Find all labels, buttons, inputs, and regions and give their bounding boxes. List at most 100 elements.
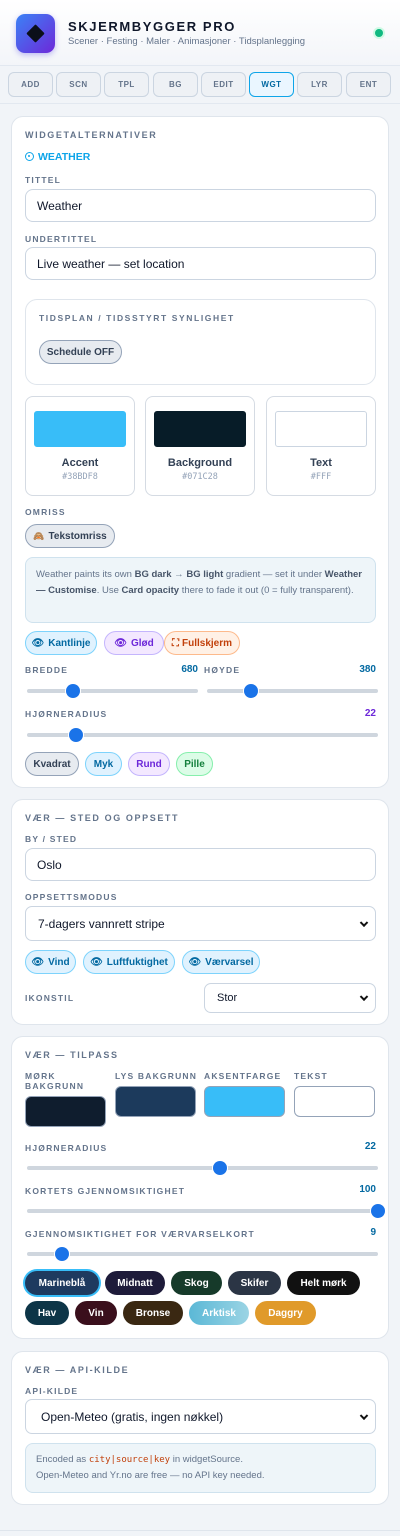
wind-toggle-label: Vind <box>48 956 70 968</box>
theme-bronze-button[interactable]: Bronse <box>123 1301 183 1325</box>
schedule-toggle-button[interactable]: Schedule OFF <box>39 340 122 364</box>
wind-toggle[interactable]: 👁 Vind <box>25 950 76 974</box>
slider-thumb[interactable] <box>69 728 84 742</box>
text-outline-button[interactable]: 🙈 Tekstomriss <box>25 524 115 548</box>
corner-radius-slider[interactable] <box>27 1158 378 1178</box>
theme-dawn-button[interactable]: Daggry <box>255 1301 316 1325</box>
title-input[interactable]: Weather <box>25 189 376 222</box>
theme-forest-button[interactable]: Skog <box>171 1271 222 1295</box>
schedule-panel: TIDSPLAN / TIDSSTYRT SYNLIGHET Schedule … <box>25 299 376 385</box>
light-bg-color-picker[interactable] <box>115 1086 196 1117</box>
dark-bg-label: MØRK BAKGRUNN <box>25 1071 85 1091</box>
note-text: gradient — set it under <box>223 569 325 580</box>
swatch-hex: #38BDF8 <box>62 472 98 482</box>
slider-track <box>27 1209 378 1213</box>
swatch-hex: #071C28 <box>182 472 218 482</box>
accent-color-picker[interactable] <box>204 1086 285 1117</box>
layout-mode-value: 7-dagers vannrett stripe <box>38 916 165 931</box>
city-input[interactable]: Oslo <box>25 848 376 881</box>
slider-track <box>27 689 198 693</box>
slider-track <box>27 1252 378 1256</box>
slider-thumb[interactable] <box>244 684 259 698</box>
card-opacity-value: 100 <box>359 1184 376 1195</box>
text-color-picker[interactable] <box>294 1086 375 1117</box>
dark-bg-color-picker[interactable] <box>25 1096 106 1127</box>
app-title: SKJERMBYGGER PRO <box>68 19 236 34</box>
height-label: HØYDE <box>204 665 241 675</box>
eye-icon: 👁 <box>31 956 45 968</box>
section-title: VÆR — TILPASS <box>25 1050 119 1060</box>
tab-wgt[interactable]: WGT <box>249 72 294 97</box>
forecast-opacity-slider[interactable] <box>27 1244 378 1264</box>
humidity-toggle[interactable]: 👁 Luftfuktighet <box>83 950 175 974</box>
swatch-accent[interactable]: Accent #38BDF8 <box>25 396 135 496</box>
tab-bg[interactable]: BG <box>153 72 198 97</box>
border-toggle[interactable]: 👁 Kantlinje <box>25 631 97 655</box>
slider-thumb[interactable] <box>66 684 81 698</box>
theme-wine-button[interactable]: Vin <box>75 1301 117 1325</box>
theme-midnight-button[interactable]: Midnatt <box>105 1271 165 1295</box>
api-source-select[interactable]: Open-Meteo (gratis, ingen nøkkel) <box>25 1399 376 1434</box>
swatch-text-color <box>275 411 367 447</box>
layout-mode-select[interactable]: 7-dagers vannrett stripe <box>25 906 376 941</box>
outline-label: OMRISS <box>25 507 66 517</box>
theme-full-dark-button[interactable]: Helt mørk <box>287 1271 360 1295</box>
text-color-label: TEKST <box>294 1071 328 1081</box>
radius-label: HJØRNERADIUS <box>25 709 108 719</box>
shape-square-button[interactable]: Kvadrat <box>25 752 79 776</box>
tab-edit[interactable]: EDIT <box>201 72 246 97</box>
slider-thumb[interactable] <box>371 1204 385 1218</box>
height-slider[interactable] <box>207 681 378 701</box>
radius-slider[interactable] <box>27 725 378 745</box>
section-title: WIDGETALTERNATIVER <box>25 130 158 140</box>
theme-slate-button[interactable]: Skifer <box>228 1271 281 1295</box>
section-title: VÆR — STED OG OPPSETT <box>25 813 180 823</box>
note-code: city|source|key <box>88 1455 171 1465</box>
chevron-down-icon <box>359 1411 369 1420</box>
app-logo-icon <box>16 14 55 53</box>
slider-track <box>207 689 378 693</box>
shape-soft-button[interactable]: Myk <box>85 752 122 776</box>
theme-navy-button[interactable]: Marineblå <box>25 1271 99 1295</box>
width-slider[interactable] <box>27 681 198 701</box>
glow-toggle-label: Glød <box>130 637 154 649</box>
forecast-opacity-value: 9 <box>370 1227 376 1238</box>
tab-add[interactable]: ADD <box>8 72 53 97</box>
glow-toggle[interactable]: 👁 Glød <box>104 631 164 655</box>
swatch-text[interactable]: Text #FFF <box>266 396 376 496</box>
note-bold: BG light <box>186 569 224 580</box>
widget-options-panel: WIDGETALTERNATIVER WEATHER TITTEL Weathe… <box>11 116 389 788</box>
forecast-opacity-label: GJENNOMSIKTIGHET FOR VÆRVARSELKORT <box>25 1229 255 1239</box>
icon-style-value: Stor <box>217 992 238 1004</box>
slider-thumb[interactable] <box>213 1161 228 1175</box>
eye-icon: 👁 <box>114 637 127 649</box>
shape-pill-button[interactable]: Pille <box>176 752 213 776</box>
note-text: . Use <box>96 585 122 596</box>
tab-lyr[interactable]: LYR <box>297 72 342 97</box>
layout-label: OPPSETTSMODUS <box>25 892 118 902</box>
swatch-background[interactable]: Background #071C28 <box>145 396 255 496</box>
fullscreen-icon: ⛶ <box>171 637 179 649</box>
width-value: 680 <box>181 664 198 675</box>
swatch-background-color <box>154 411 246 447</box>
footer-divider <box>0 1530 400 1531</box>
icon-style-label: IKONSTIL <box>25 993 75 1003</box>
slider-thumb[interactable] <box>55 1247 70 1261</box>
card-opacity-slider[interactable] <box>27 1201 385 1221</box>
note-text: in widgetSource. <box>170 1454 243 1465</box>
shape-round-button[interactable]: Rund <box>128 752 170 776</box>
icon-style-select[interactable]: Stor <box>204 983 376 1013</box>
note-text: there to fade it out (0 = fully transpar… <box>179 585 354 596</box>
theme-sea-button[interactable]: Hav <box>25 1301 69 1325</box>
text-outline-label: Tekstomriss <box>48 530 107 542</box>
theme-arctic-button[interactable]: Arktisk <box>189 1301 249 1325</box>
eye-icon: 👁 <box>31 637 45 649</box>
tab-ent[interactable]: ENT <box>346 72 391 97</box>
fullscreen-toggle[interactable]: ⛶ Fullskjerm <box>164 631 240 655</box>
tab-tpl[interactable]: TPL <box>104 72 149 97</box>
eye-icon: 👁 <box>188 956 202 968</box>
subtitle-input[interactable]: Live weather — set location <box>25 247 376 280</box>
city-label: BY / STED <box>25 834 78 844</box>
forecast-toggle[interactable]: 👁 Værvarsel <box>182 950 260 974</box>
tab-scn[interactable]: SCN <box>56 72 101 97</box>
